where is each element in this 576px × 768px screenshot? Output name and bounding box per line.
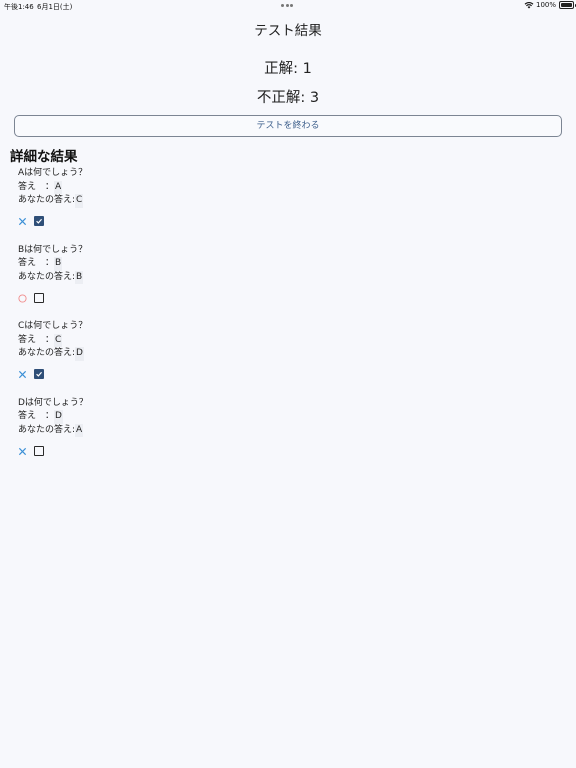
- cross-icon: [18, 447, 27, 455]
- correct-answer-row: 答え ：C: [18, 333, 218, 347]
- correct-count: 正解: 1: [264, 61, 312, 77]
- correct-answer-value: D: [54, 410, 63, 424]
- checkmark-icon: [36, 218, 43, 224]
- result-item: Bは何でしょう？ 答え ：B あなたの答え:B: [18, 244, 218, 303]
- status-time: 午後1:46: [4, 3, 34, 11]
- battery-percentage: 100%: [535, 1, 556, 9]
- question-text: Bは何でしょう？: [18, 244, 88, 255]
- correct-answer-row: 答え ：D: [18, 410, 218, 424]
- result-item: Dは何でしょう？ 答え ：D あなたの答え:A: [18, 397, 218, 456]
- end-test-button[interactable]: テストを終わる: [14, 115, 562, 137]
- result-marks: [18, 292, 58, 306]
- correct-answer-label: 答え ：: [18, 334, 55, 345]
- review-checkbox[interactable]: [34, 369, 44, 379]
- result-marks: [18, 445, 58, 459]
- page-title: テスト結果: [254, 23, 322, 39]
- cross-icon: [18, 217, 27, 226]
- your-answer-label: あなたの答え:: [18, 348, 76, 358]
- status-date: 6月1日(土): [37, 3, 73, 11]
- your-answer-label: あなたの答え:: [18, 424, 76, 435]
- correct-answer-label: 答え ：: [18, 181, 55, 192]
- result-marks: [18, 369, 58, 382]
- checkmark-icon: [36, 371, 43, 377]
- your-answer-value: B: [75, 270, 84, 284]
- result-marks: [18, 216, 58, 229]
- multitasking-dots-icon[interactable]: [281, 4, 295, 7]
- wrong-count: 不正解: 3: [256, 90, 320, 106]
- your-answer-row: あなたの答え:B: [18, 270, 218, 284]
- correct-answer-value: C: [54, 333, 63, 347]
- battery-icon: [559, 1, 576, 9]
- review-checkbox[interactable]: [34, 216, 44, 226]
- your-answer-value: C: [75, 194, 84, 208]
- question-text: Aは何でしょう？: [18, 168, 88, 178]
- question-text: Dは何でしょう？: [18, 397, 88, 408]
- your-answer-label: あなたの答え:: [18, 271, 76, 282]
- correct-answer-row: 答え ：B: [18, 257, 218, 271]
- review-checkbox[interactable]: [34, 292, 44, 303]
- cross-icon: [18, 370, 27, 379]
- your-answer-value: D: [75, 347, 84, 361]
- your-answer-row: あなたの答え:D: [18, 347, 218, 361]
- correct-answer-value: B: [54, 257, 63, 271]
- your-answer-row: あなたの答え:A: [18, 423, 218, 437]
- correct-answer-label: 答え ：: [18, 258, 55, 268]
- review-checkbox[interactable]: [34, 445, 44, 456]
- correct-answer-value: A: [54, 180, 63, 194]
- details-title: 詳細な結果: [10, 149, 78, 165]
- status-bar: 午後1:46 6月1日(土) 100%: [0, 0, 576, 12]
- wifi-icon: [524, 2, 534, 9]
- correct-answer-row: 答え ：A: [18, 180, 218, 194]
- circle-icon: [18, 293, 27, 303]
- correct-answer-label: 答え ：: [18, 411, 55, 421]
- question-text: Cは何でしょう？: [18, 321, 88, 331]
- your-answer-value: A: [75, 423, 84, 437]
- result-item: Aは何でしょう？ 答え ：A あなたの答え:C: [18, 167, 218, 226]
- result-item: Cは何でしょう？ 答え ：C あなたの答え:D: [18, 320, 218, 379]
- your-answer-row: あなたの答え:C: [18, 194, 218, 208]
- your-answer-label: あなたの答え:: [18, 195, 76, 205]
